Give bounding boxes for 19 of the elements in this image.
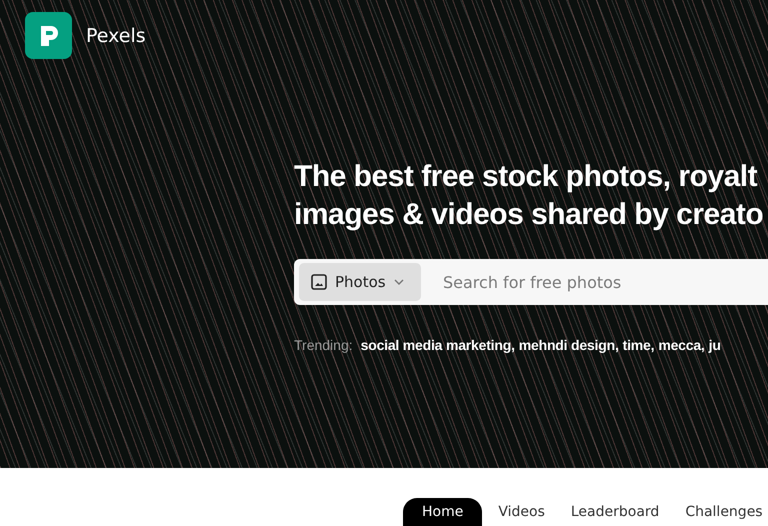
trending-link[interactable]: mehndi design,: [518, 337, 619, 353]
logo-icon[interactable]: [25, 12, 72, 59]
trending-link[interactable]: time,: [622, 337, 654, 353]
search-bar[interactable]: Photos Search for free photos: [294, 259, 768, 305]
media-type-dropdown[interactable]: Photos: [299, 263, 421, 301]
headline-line: The best free stock photos, royalt: [294, 159, 758, 195]
nav-tab[interactable]: Videos: [488, 498, 555, 526]
trending-link[interactable]: ju: [708, 337, 721, 353]
trending-link[interactable]: mecca,: [658, 337, 705, 353]
nav-tab[interactable]: Home: [403, 498, 482, 526]
chevron-down-icon: [394, 279, 404, 285]
image-icon: [311, 274, 327, 290]
search-input[interactable]: Search for free photos: [441, 272, 768, 292]
nav-tab[interactable]: Challenges: [675, 498, 768, 526]
trending-link[interactable]: social media marketing,: [360, 337, 515, 353]
headline-line: images & videos shared by creato: [294, 197, 764, 233]
nav-tab[interactable]: Leaderboard: [560, 498, 670, 526]
trending-label: Trending:: [294, 337, 353, 353]
brand-name[interactable]: Pexels: [86, 24, 146, 46]
